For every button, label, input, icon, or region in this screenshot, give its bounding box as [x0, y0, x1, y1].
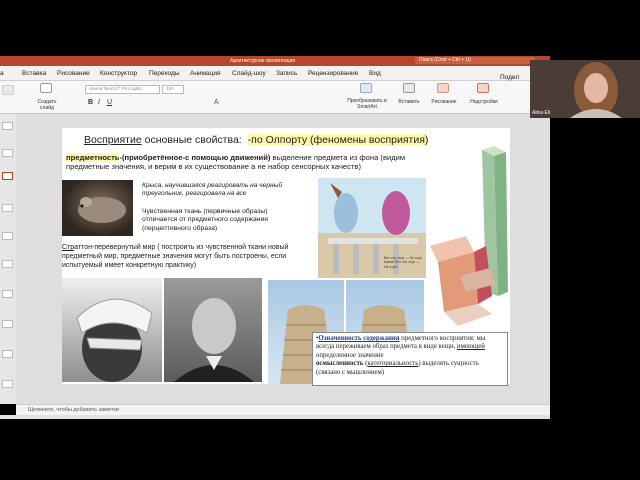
notes-placeholder: Щелкните, чтобы добавить заметки	[28, 407, 119, 413]
objectness-term-2: -(приобретённое-с помощью движений)	[119, 153, 271, 162]
slide-thumbnail[interactable]	[2, 320, 13, 328]
slide-thumbnail[interactable]	[2, 260, 13, 268]
slide-thumbnail[interactable]	[2, 290, 13, 298]
ribbon-toolbar: Создать слайд Avenir Next LT Pro Light..…	[0, 81, 550, 114]
new-slide-icon[interactable]	[40, 83, 52, 93]
meaning-textbox[interactable]: •Означенность содержания предметного вос…	[312, 332, 508, 386]
slide[interactable]: Восприятие основные свойства: -по Олпорт…	[62, 128, 510, 386]
notes-pane[interactable]: Щелкните, чтобы добавить заметки	[16, 404, 550, 415]
tab-insert[interactable]: Вставка	[22, 70, 46, 77]
title-underlined: Восприятие	[84, 134, 142, 146]
underline-button[interactable]: U	[107, 99, 112, 106]
stratton-experiment-photo	[62, 278, 162, 382]
slide-thumbnail-active[interactable]	[2, 172, 13, 180]
tab-animation[interactable]: Анимация	[190, 70, 221, 77]
tab-review[interactable]: Рецензирование	[308, 70, 358, 77]
tab-home-icon[interactable]: а	[0, 70, 4, 77]
status-bar	[0, 415, 550, 419]
tab-record[interactable]: Запись	[276, 70, 297, 77]
insert-label: Вставить	[398, 99, 420, 105]
slide-thumbnail[interactable]	[2, 350, 13, 358]
ribbon-tabs: а Вставка Рисование Конструктор Переходы…	[0, 66, 550, 81]
addins-label: Надстройки	[470, 99, 498, 105]
drawing-icon[interactable]	[437, 83, 449, 93]
tab-design[interactable]: Конструктор	[100, 70, 137, 77]
window-title-bar: Архитектурная презентация Поиск (Cmd + C…	[0, 56, 550, 66]
bold-button[interactable]: B	[88, 99, 93, 106]
portrait-illustration	[174, 298, 254, 382]
rat-photo	[62, 180, 133, 236]
font-name-select[interactable]: Avenir Next LT Pro Light...	[85, 85, 160, 94]
objectness-paragraph: предметность-(приобретённое-с помощью дв…	[66, 153, 436, 172]
title-rest: основные свойства:	[141, 134, 242, 146]
tab-transitions[interactable]: Переходы	[149, 70, 180, 77]
stratton-underlined: Стр	[62, 244, 75, 251]
sensory-tissue-text: Чувственная ткань (первичные образы) отл…	[142, 208, 268, 232]
stratton-text: аттон-перевернутый мир ( построить из чу…	[62, 244, 289, 269]
blindfold-illustration	[76, 298, 153, 382]
stratton-portrait-photo	[164, 278, 262, 382]
slide-thumbnail[interactable]	[2, 380, 13, 388]
webcam-overlay: Alina Eli	[530, 60, 640, 118]
meaning-underlined: имеющей	[457, 343, 485, 351]
tab-view[interactable]: Вид	[369, 70, 381, 77]
meaningfulness-term: осмысленность	[316, 360, 364, 368]
tab-draw[interactable]: Рисование	[57, 70, 90, 77]
slide-thumbnail[interactable]	[2, 122, 13, 130]
drawing-label: Рисование	[431, 99, 457, 105]
cartoon-speech-bubble: Вот это стул — Не стул вовсе! Вот это ст…	[384, 256, 423, 269]
stratton-paragraph: Страттон-перевернутый мир ( построить из…	[62, 244, 316, 270]
rat-illustration	[78, 197, 126, 223]
slide-thumbnail[interactable]	[2, 232, 13, 240]
app-root: Архитектурная презентация Поиск (Cmd + C…	[0, 0, 640, 480]
tab-slideshow[interactable]: Слайд-шоу	[232, 70, 266, 77]
addins-icon[interactable]	[477, 83, 489, 93]
slide-title: Восприятие основные свойства: -по Олпорт…	[84, 134, 429, 147]
font-size-select[interactable]: 18+	[162, 85, 184, 94]
webcam-name: Alina Eli	[532, 110, 551, 116]
paste-icon[interactable]	[2, 85, 14, 95]
categoriality-term: категориальность	[367, 360, 419, 368]
font-color-button[interactable]: A	[214, 99, 219, 106]
chair-cartoon: Вот это стул — Не стул вовсе! Вот это ст…	[318, 178, 426, 278]
italic-button[interactable]: I	[98, 99, 100, 106]
title-highlight: -по Олпорту (феномены восприятия)	[247, 134, 429, 146]
slide-thumbnail[interactable]	[2, 204, 13, 212]
meaning-text-2: определенное значение	[316, 351, 384, 359]
slide-thumbnails-pane	[0, 114, 16, 404]
search-input[interactable]: Поиск (Cmd + Ctrl + U)	[415, 57, 535, 64]
window-title: Архитектурная презентация	[230, 58, 296, 64]
smartart-icon[interactable]	[360, 83, 372, 93]
slide-thumbnail[interactable]	[2, 149, 13, 157]
share-label: Подел	[500, 74, 520, 81]
impossible-figure-drawing	[430, 146, 508, 326]
meaning-term: Означенность содержания	[318, 335, 400, 342]
convert-smartart-label: Преобразовать в SmartArt	[347, 98, 387, 110]
objectness-term: предметность	[66, 153, 120, 162]
create-slide-label: Создать слайд	[37, 99, 57, 111]
impossible-figure	[430, 136, 510, 336]
insert-icon[interactable]	[403, 83, 415, 93]
rat-caption: Крыса, научившаяся реагировать на черный…	[142, 182, 283, 198]
